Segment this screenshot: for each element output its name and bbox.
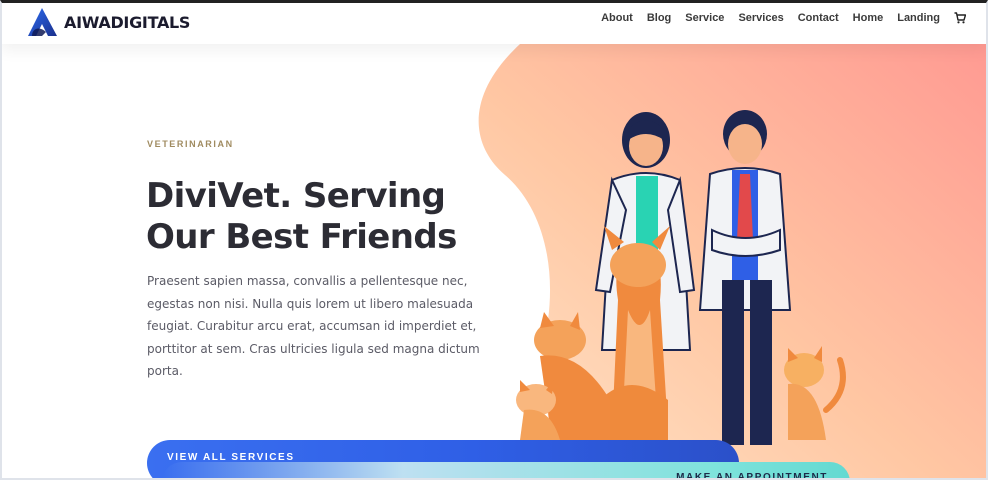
brand-logo[interactable]: AIWADIGITALS — [26, 6, 190, 38]
hero-headline: DiviVet. Serving Our Best Friends — [146, 176, 466, 258]
site-header: AIWADIGITALS About Blog Service Services… — [0, 0, 988, 44]
brand-name: AIWADIGITALS — [64, 12, 191, 32]
nav-contact[interactable]: Contact — [798, 12, 839, 24]
hero-eyebrow: VETERINARIAN — [147, 139, 234, 149]
nav-service[interactable]: Service — [685, 12, 724, 24]
main-nav: About Blog Service Services Contact Home… — [601, 12, 966, 24]
make-appointment-button[interactable]: MAKE AN APPOINTMENT — [162, 462, 850, 480]
nav-about[interactable]: About — [601, 12, 633, 24]
vets-with-pets-illustration — [516, 110, 846, 445]
male-vet-figure — [698, 110, 792, 445]
aiwa-logo-icon — [28, 8, 57, 36]
cart-icon[interactable] — [954, 12, 966, 24]
hero-body-text: Praesent sapien massa, convallis a pelle… — [147, 274, 480, 378]
headline-line-1: DiviVet. Serving — [146, 176, 446, 216]
nav-landing[interactable]: Landing — [897, 12, 940, 24]
nav-blog[interactable]: Blog — [647, 12, 671, 24]
nav-home[interactable]: Home — [853, 12, 884, 24]
make-appointment-label: MAKE AN APPOINTMENT — [676, 472, 828, 480]
nav-services[interactable]: Services — [738, 12, 783, 24]
cat-right-figure — [784, 346, 846, 440]
headline-line-2: Our Best Friends — [146, 217, 457, 257]
